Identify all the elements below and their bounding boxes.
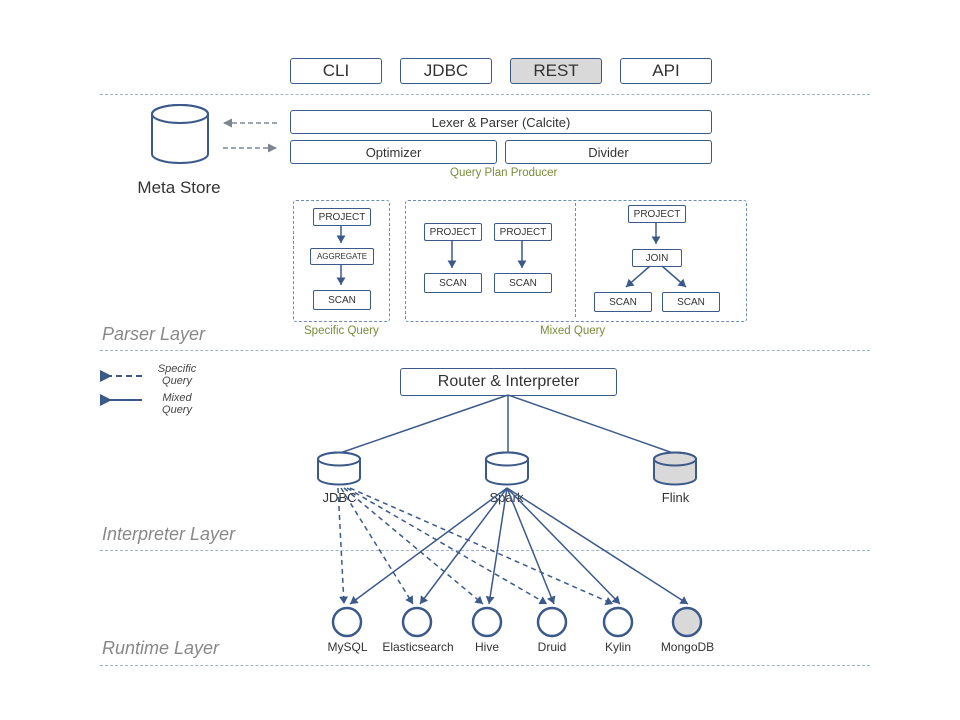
engine-to-db-fanout-icon [300,486,770,616]
db-es-label: Elasticsearch [378,640,458,654]
divider-box: Divider [505,140,712,164]
plan-scan-4: SCAN [594,292,652,312]
meta-store-cylinder-icon [148,104,212,168]
separator-top [100,94,870,95]
mixed-b-arrows-icon [594,222,718,292]
plan-project-1: PROJECT [313,208,371,226]
query-plan-producer-label: Query Plan Producer [450,167,557,179]
tab-jdbc[interactable]: JDBC [400,58,492,84]
db-kylin-label: Kylin [593,640,643,654]
db-druid-label: Druid [527,640,577,654]
legend-specific-label: Specific Query [152,363,202,387]
tab-rest[interactable]: REST [510,58,602,84]
legend-arrows-icon [100,368,146,408]
plan-scan-2: SCAN [424,273,482,293]
separator-runtime [100,665,870,666]
jdbc-cylinder-icon [316,452,362,486]
db-mongo-label: MongoDB [655,640,720,654]
legend-mixed-label: Mixed Query [152,392,202,416]
parser-layer-label: Parser Layer [102,324,205,345]
router-interpreter-box: Router & Interpreter [400,368,617,396]
db-mysql-label: MySQL [320,640,375,654]
mixed-a-arrows-icon [448,240,528,273]
separator-parser [100,350,870,351]
meta-store-label: Meta Store [124,178,234,198]
plan-scan-1: SCAN [313,290,371,310]
plan-project-4: PROJECT [628,205,686,223]
mixed-divider [575,203,576,317]
db-circles-icon [330,606,710,640]
tab-api[interactable]: API [620,58,712,84]
plan-project-3: PROJECT [494,223,552,241]
spark-cylinder-icon [484,452,530,486]
specific-query-label: Specific Query [304,325,379,337]
flink-cylinder-icon [652,452,698,486]
tab-cli[interactable]: CLI [290,58,382,84]
optimizer-box: Optimizer [290,140,497,164]
runtime-layer-label: Runtime Layer [102,638,219,659]
lexer-parser-box: Lexer & Parser (Calcite) [290,110,712,134]
specific-plan-arrows-icon [336,225,346,290]
plan-scan-5: SCAN [662,292,720,312]
arrows-meta-to-parser-icon [215,118,285,158]
plan-scan-3: SCAN [494,273,552,293]
plan-project-2: PROJECT [424,223,482,241]
mixed-query-label: Mixed Query [540,325,605,337]
db-hive-label: Hive [462,640,512,654]
interpreter-layer-label: Interpreter Layer [102,524,235,545]
router-fanout-icon [300,395,720,460]
